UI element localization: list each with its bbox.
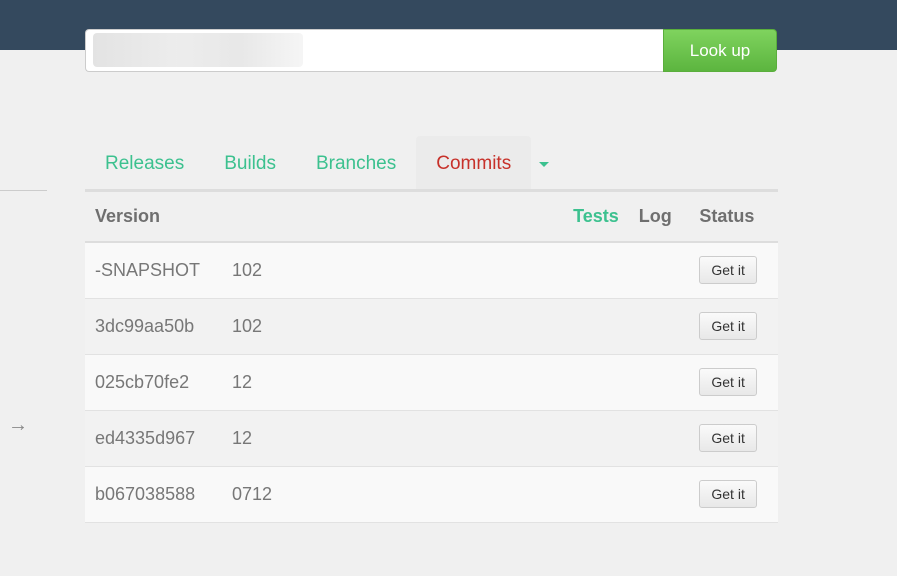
search-form: Look up (85, 29, 777, 72)
table-row: b067038588 0712 Get it (85, 466, 778, 523)
header-tests[interactable]: Tests (553, 192, 629, 243)
arrow-right-icon: → (8, 414, 28, 436)
commits-table: Version Tests Log Status -SNAPSHOT 102 Get… (85, 192, 778, 523)
get-it-button[interactable]: Get it (699, 368, 757, 396)
redacted-text (93, 33, 303, 67)
header-version: Version (85, 192, 554, 243)
tab-commits[interactable]: Commits (416, 136, 532, 189)
number-cell: 12 (222, 410, 554, 467)
table-row: -SNAPSHOT 102 Get it (85, 242, 778, 299)
get-it-button[interactable]: Get it (699, 480, 757, 508)
look-up-button[interactable]: Look up (663, 29, 777, 72)
version-cell: 3dc99aa50b (85, 298, 222, 355)
version-cell: b067038588 (85, 466, 222, 523)
number-cell: 102 (222, 242, 554, 299)
tab-bar: Releases Builds Branches Commits (85, 136, 778, 192)
version-cell: 025cb70fe2 (85, 354, 222, 411)
header-log: Log (628, 192, 690, 243)
table-row: 025cb70fe2 12 Get it (85, 354, 778, 411)
tab-branches[interactable]: Branches (296, 136, 416, 189)
number-cell: 0712 (222, 466, 554, 523)
divider (0, 190, 47, 191)
table-row: ed4335d967 12 Get it (85, 410, 778, 467)
chevron-down-icon[interactable] (539, 162, 550, 167)
tab-builds[interactable]: Builds (204, 136, 296, 189)
version-cell: ed4335d967 (85, 410, 222, 467)
get-it-button[interactable]: Get it (699, 256, 757, 285)
number-cell: 12 (222, 354, 554, 411)
get-it-button[interactable]: Get it (699, 312, 757, 340)
table-row: 3dc99aa50b 102 Get it (85, 298, 778, 355)
version-cell: -SNAPSHOT (85, 242, 222, 299)
header-status: Status (689, 192, 778, 243)
tab-releases[interactable]: Releases (85, 136, 204, 189)
get-it-button[interactable]: Get it (699, 424, 757, 452)
number-cell: 102 (222, 298, 554, 355)
